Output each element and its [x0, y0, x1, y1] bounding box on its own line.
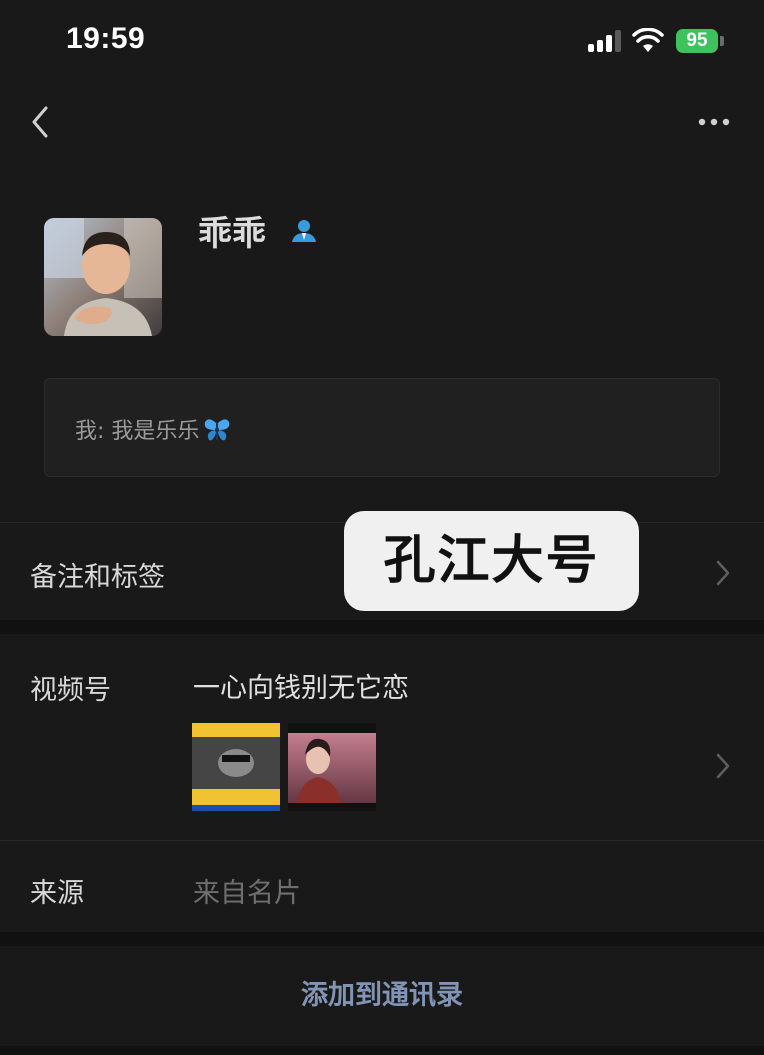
source-value: 来自名片	[193, 878, 301, 909]
channel-thumbnail	[192, 723, 280, 811]
avatar[interactable]	[44, 218, 162, 336]
wifi-icon	[632, 28, 664, 52]
source-label: 来源	[30, 878, 84, 909]
overlay-annotation: 孔江大号	[344, 511, 639, 611]
ellipsis-icon	[698, 118, 730, 126]
more-button[interactable]	[690, 106, 738, 138]
avatar-photo	[44, 218, 162, 336]
butterfly-emoji-icon	[205, 419, 230, 441]
status-bar: 19:59 95	[0, 0, 764, 80]
source-row: 来源 来自名片	[0, 840, 764, 933]
bottom-edge	[0, 1046, 764, 1055]
back-button[interactable]	[22, 100, 58, 144]
greeting-text: 我: 我是乐乐	[75, 419, 200, 444]
channel-name: 一心向钱别无它恋	[193, 673, 409, 704]
remark-label: 备注和标签	[30, 562, 165, 593]
signal-icon	[588, 30, 624, 52]
channels-row[interactable]: 视频号 一心向钱别无它恋	[0, 634, 764, 840]
status-time: 19:59	[66, 22, 146, 55]
chevron-right-icon	[716, 753, 730, 779]
greeting-message: 我: 我是乐乐	[44, 378, 720, 477]
person-icon	[292, 220, 316, 242]
section-divider	[0, 932, 764, 946]
battery-indicator: 95	[676, 29, 718, 53]
channel-thumbnail	[288, 723, 376, 811]
battery-cap	[720, 36, 724, 46]
chevron-right-icon	[716, 560, 730, 586]
chevron-left-icon	[32, 106, 48, 138]
profile-name: 乖乖	[198, 214, 266, 254]
add-to-contacts-button[interactable]: 添加到通讯录	[0, 946, 764, 1046]
channels-label: 视频号	[30, 675, 111, 706]
section-divider	[0, 620, 764, 634]
